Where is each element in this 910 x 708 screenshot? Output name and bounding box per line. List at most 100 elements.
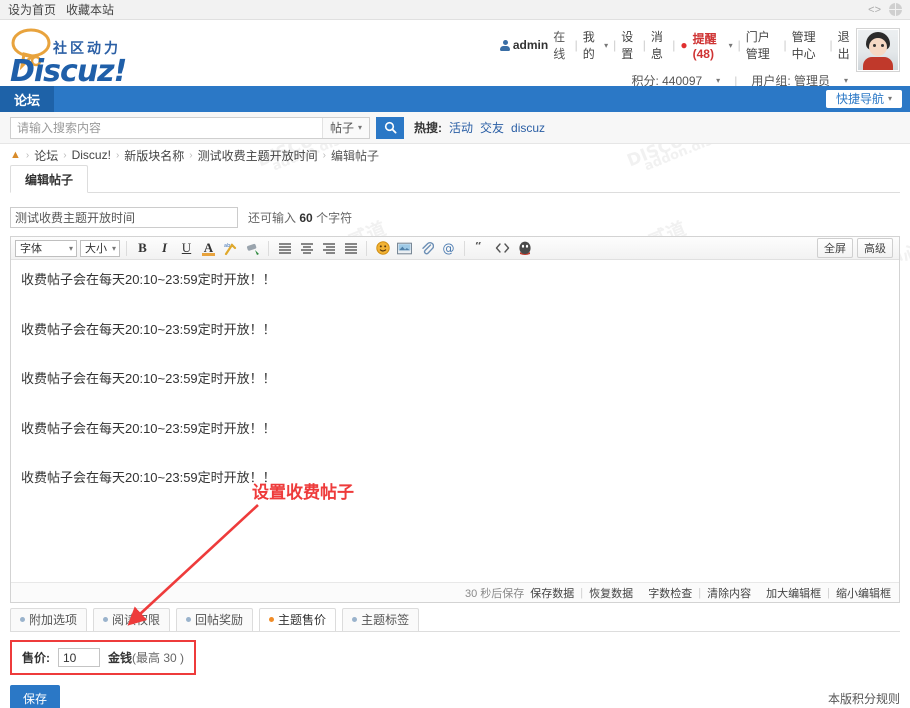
divider: | [672, 38, 676, 52]
bullet-icon [20, 617, 25, 622]
advanced-mode-button[interactable]: 高级 [857, 238, 893, 258]
price-currency: 金钱 [108, 651, 133, 665]
bookmark-site-link[interactable]: 收藏本站 [66, 1, 114, 18]
hot-word-link[interactable]: discuz [511, 121, 545, 135]
tab-label: 附加选项 [29, 613, 78, 627]
save-data-link[interactable]: 保存数据 [530, 585, 574, 601]
divider: | [829, 38, 833, 52]
my-menu-link[interactable]: 我的 [583, 28, 599, 62]
search-box: 帖子 ▾ [10, 116, 370, 139]
align-right-icon[interactable] [319, 239, 338, 258]
editor-line: 收费帖子会在每天20:10~23:59定时开放！！ [21, 321, 276, 337]
bullet-icon [352, 617, 358, 622]
post-title-row: 还可输入 60 个字符 [10, 207, 900, 228]
chevron-down-icon[interactable]: ▾ [729, 41, 733, 50]
search-type-select[interactable]: 帖子 ▾ [321, 117, 369, 138]
breadcrumb-item[interactable]: 测试收费主题开放时间 [198, 147, 318, 164]
tab-thread-tags[interactable]: 主题标签 [342, 608, 420, 631]
background-color-icon[interactable] [243, 239, 262, 258]
quick-nav-button[interactable]: 快捷导航 ▾ [825, 90, 902, 108]
username-label[interactable]: admin [513, 38, 548, 52]
bold-icon[interactable]: B [133, 239, 152, 258]
chevron-down-icon[interactable]: ▾ [604, 41, 608, 50]
tab-thread-price[interactable]: 主题售价 [259, 608, 337, 631]
chevron-down-icon: ▾ [111, 243, 116, 253]
clear-content-link[interactable]: 清除内容 [707, 585, 751, 601]
svg-text:@: @ [442, 242, 454, 256]
italic-icon[interactable]: I [155, 239, 174, 258]
logout-link[interactable]: 退出 [838, 28, 854, 62]
search-input[interactable] [11, 117, 322, 138]
word-count-link[interactable]: 字数检查 [648, 585, 692, 601]
breadcrumb-item[interactable]: Discuz! [72, 148, 111, 162]
divider: | [613, 38, 617, 52]
divider [366, 240, 367, 256]
tab-additional-options[interactable]: 附加选项 [10, 608, 88, 631]
chevron-down-icon[interactable]: ▾ [716, 76, 720, 85]
editor-content-area[interactable]: 收费帖子会在每天20:10~23:59定时开放！！ 收费帖子会在每天20:10~… [11, 260, 899, 582]
portal-admin-link[interactable]: 门户管理 [746, 28, 779, 62]
price-label: 售价: [22, 651, 50, 665]
text-color-icon[interactable]: A [199, 239, 218, 258]
fullscreen-button[interactable]: 全屏 [817, 238, 853, 258]
breadcrumb-item[interactable]: 新版块名称 [124, 147, 184, 164]
home-icon[interactable]: ▲ [10, 149, 21, 161]
user-status-label: 在线 [553, 30, 566, 61]
tab-edit-post[interactable]: 编辑帖子 [10, 165, 89, 193]
underline-icon[interactable]: U [177, 239, 196, 258]
post-editor: 字体 ▾ 大小 ▾ B I U A abc @ “ 全屏 高级 收费帖子会在每天… [10, 236, 900, 603]
globe-icon[interactable] [889, 3, 902, 16]
search-icon [384, 121, 397, 134]
price-input[interactable] [58, 648, 100, 667]
chevron-right-icon: › [115, 149, 120, 161]
admin-center-link[interactable]: 管理中心 [792, 28, 825, 62]
align-justify-icon[interactable] [341, 239, 360, 258]
code-icon[interactable]: <> [868, 4, 881, 16]
code-icon[interactable] [493, 239, 512, 258]
search-type-label: 帖子 [329, 121, 354, 135]
editor-status-bar: 30 秒后保存 保存数据 | 恢复数据 字数检查 | 清除内容 加大编辑框 | … [11, 582, 899, 602]
bell-icon: ● [680, 38, 688, 52]
attachment-icon[interactable] [417, 239, 436, 258]
divider: | [698, 586, 702, 599]
main-navigation: 论坛 快捷导航 ▾ [0, 86, 910, 112]
align-center-icon[interactable] [297, 239, 316, 258]
chevron-down-icon[interactable]: ▾ [844, 76, 848, 85]
font-size-select[interactable]: 大小 ▾ [80, 239, 120, 257]
font-family-label: 字体 [20, 243, 42, 255]
tab-read-permission[interactable]: 阅读权限 [93, 608, 171, 631]
hot-word-link[interactable]: 活动 [449, 119, 473, 136]
quote-icon[interactable]: “ [471, 239, 490, 258]
forum-credit-rule-link[interactable]: 本版积分规则 [828, 690, 900, 707]
settings-link[interactable]: 设置 [621, 28, 637, 62]
nav-item-forum[interactable]: 论坛 [0, 86, 55, 112]
chevron-right-icon: › [189, 149, 193, 161]
align-left-icon[interactable] [275, 239, 294, 258]
at-mention-icon[interactable]: @ [439, 239, 458, 258]
logo-wordmark: Discuz! [10, 54, 127, 89]
chevron-down-icon: ▾ [887, 94, 892, 103]
post-title-input[interactable] [10, 207, 238, 228]
font-family-select[interactable]: 字体 ▾ [15, 239, 77, 257]
restore-data-link[interactable]: 恢复数据 [589, 585, 633, 601]
chevron-right-icon: › [322, 149, 326, 161]
set-homepage-link[interactable]: 设为首页 [8, 1, 56, 18]
image-icon[interactable] [395, 239, 414, 258]
avatar[interactable] [856, 28, 900, 72]
shrink-editor-link[interactable]: 缩小编辑框 [836, 585, 891, 601]
notifications-link[interactable]: 提醒(48) [693, 30, 724, 61]
counter-number: 60 [299, 211, 313, 225]
site-logo[interactable]: 社区动力 Discuz! [8, 26, 228, 89]
tab-reply-reward[interactable]: 回帖奖励 [176, 608, 254, 631]
top-utility-bar: 设为首页 收藏本站 <> [0, 0, 910, 20]
breadcrumb-item[interactable]: 论坛 [34, 147, 58, 164]
remove-format-icon[interactable]: abc [221, 239, 240, 258]
hot-word-link[interactable]: 交友 [480, 119, 504, 136]
save-button[interactable]: 保存 [10, 685, 61, 708]
enlarge-editor-link[interactable]: 加大编辑框 [766, 585, 821, 601]
qq-icon[interactable] [515, 239, 534, 258]
smiley-icon[interactable] [373, 239, 392, 258]
divider: | [737, 38, 741, 52]
messages-link[interactable]: 消息 [651, 28, 667, 62]
search-button[interactable] [376, 116, 404, 139]
